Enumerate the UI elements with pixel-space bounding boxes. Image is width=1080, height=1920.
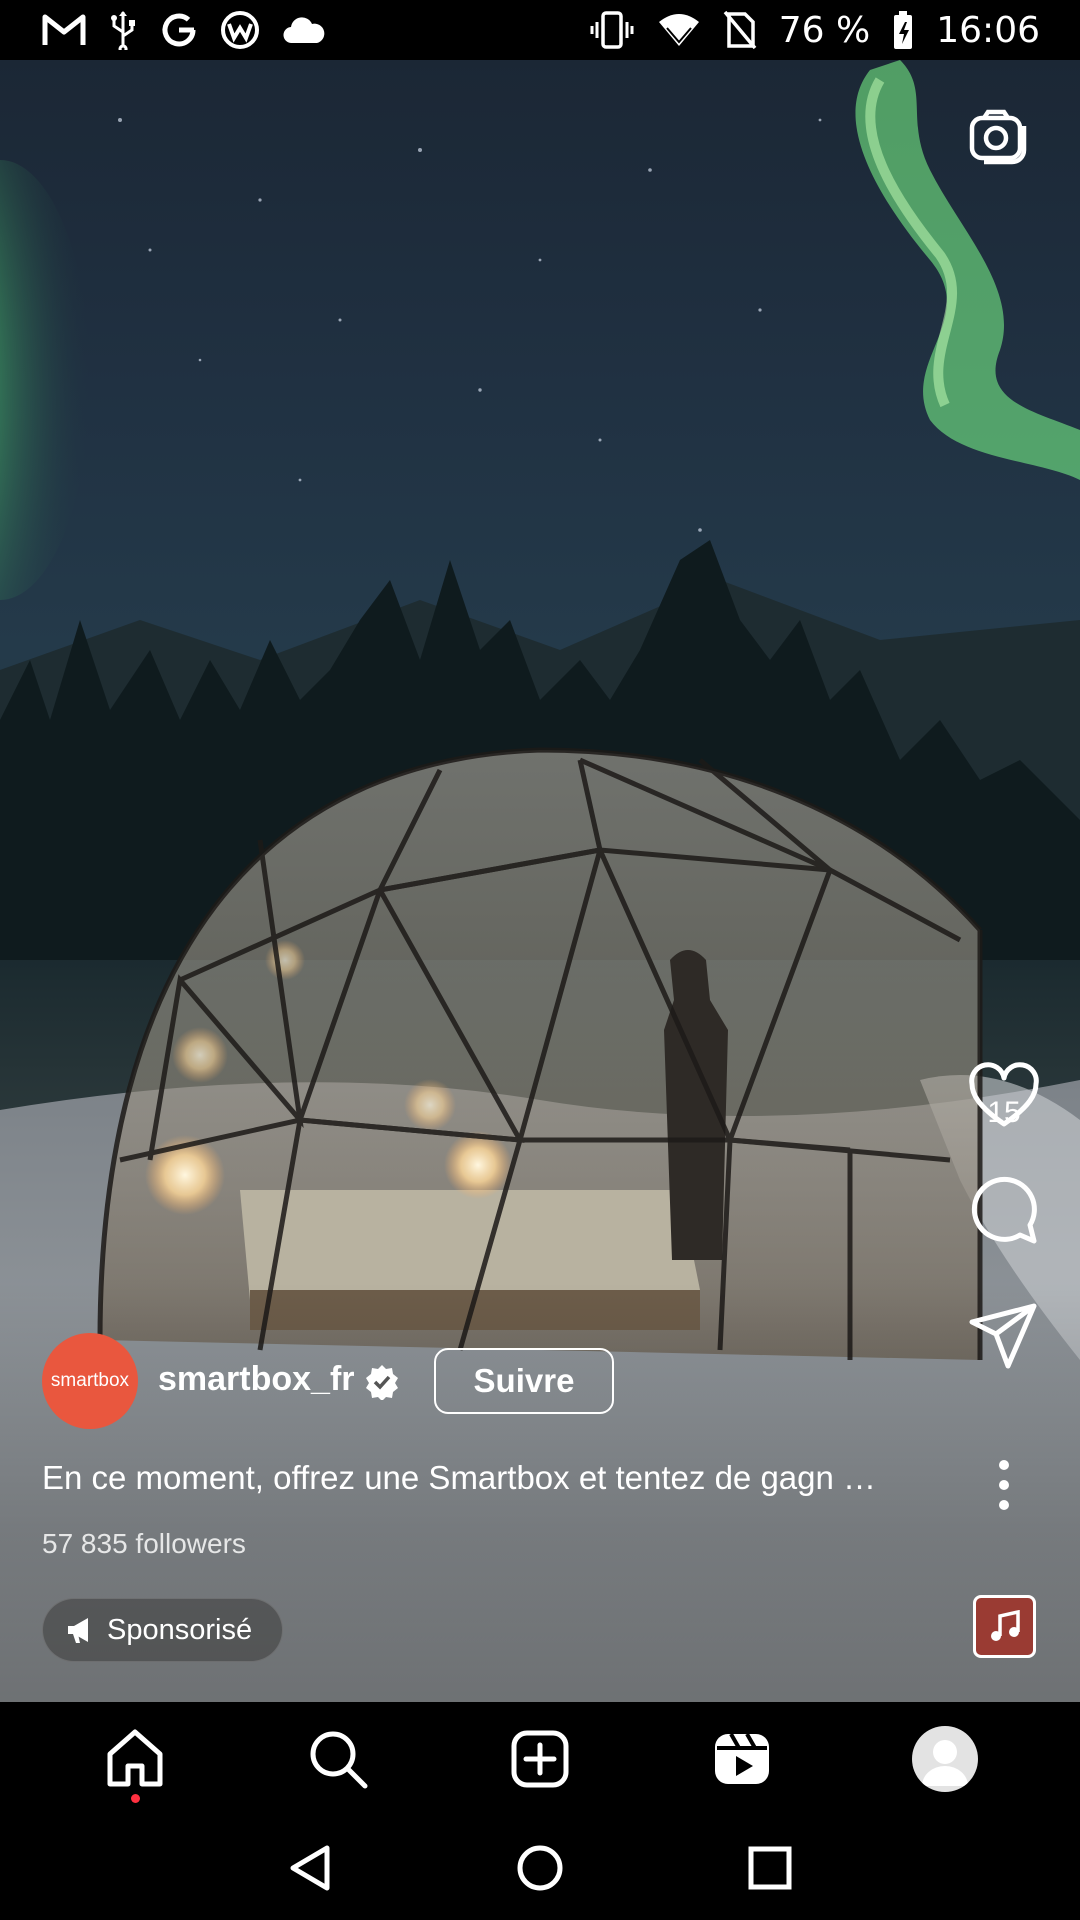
search-icon <box>310 1731 368 1789</box>
like-count[interactable]: 15 <box>958 1096 1050 1130</box>
status-right: 76 % 16:06 <box>589 10 1040 51</box>
follow-button[interactable]: Suivre <box>434 1348 614 1414</box>
system-nav-bar <box>0 1816 1080 1920</box>
share-send-icon[interactable] <box>968 1300 1040 1372</box>
author-avatar[interactable]: smartbox <box>42 1333 138 1429</box>
author-username[interactable]: smartbox_fr <box>158 1360 355 1399</box>
reels-icon <box>715 1733 770 1784</box>
nav-profile[interactable] <box>900 1714 990 1804</box>
reel-video[interactable] <box>0 60 1080 1702</box>
home-icon <box>107 1729 163 1787</box>
recents-icon[interactable] <box>745 1843 795 1893</box>
home-circle-icon[interactable] <box>515 1843 565 1893</box>
verified-badge-icon <box>366 1365 398 1400</box>
create-icon <box>511 1730 569 1788</box>
circle-w-icon <box>221 11 259 49</box>
comment-icon[interactable] <box>968 1175 1040 1247</box>
reel-caption[interactable]: En ce moment, offrez une Smartbox et ten… <box>42 1459 876 1497</box>
sponsored-badge[interactable]: Sponsorisé <box>42 1598 284 1662</box>
gmail-icon <box>42 14 86 45</box>
no-sim-icon <box>723 10 757 50</box>
back-icon[interactable] <box>285 1843 335 1893</box>
nav-reels[interactable] <box>697 1714 787 1804</box>
profile-avatar <box>911 1726 978 1792</box>
nav-search[interactable] <box>293 1714 383 1804</box>
camera-icon[interactable] <box>966 104 1032 170</box>
battery-percent: 76 % <box>778 9 871 51</box>
sponsored-label: Sponsorisé <box>107 1613 253 1646</box>
cloud-icon <box>283 17 325 44</box>
wifi-icon <box>658 14 699 46</box>
nav-create[interactable] <box>495 1714 585 1804</box>
followers-count: 57 835 followers <box>42 1528 246 1559</box>
usb-icon <box>111 11 135 50</box>
vibrate-icon <box>590 11 634 49</box>
home-notification-dot <box>131 1794 141 1803</box>
battery-icon <box>894 11 913 49</box>
megaphone-icon <box>68 1618 88 1643</box>
avatar-text: smartbox <box>50 1370 130 1391</box>
music-note-icon <box>990 1609 1020 1641</box>
nav-home[interactable] <box>90 1714 180 1804</box>
clock: 16:06 <box>936 9 1040 51</box>
default-user-icon <box>921 1740 968 1786</box>
status-bar: 76 % 16:06 <box>0 0 1080 60</box>
audio-thumbnail[interactable] <box>973 1595 1036 1658</box>
google-icon <box>162 13 196 47</box>
bottom-nav <box>0 1702 1080 1816</box>
status-left <box>42 10 326 50</box>
more-options-icon[interactable] <box>984 1455 1024 1515</box>
